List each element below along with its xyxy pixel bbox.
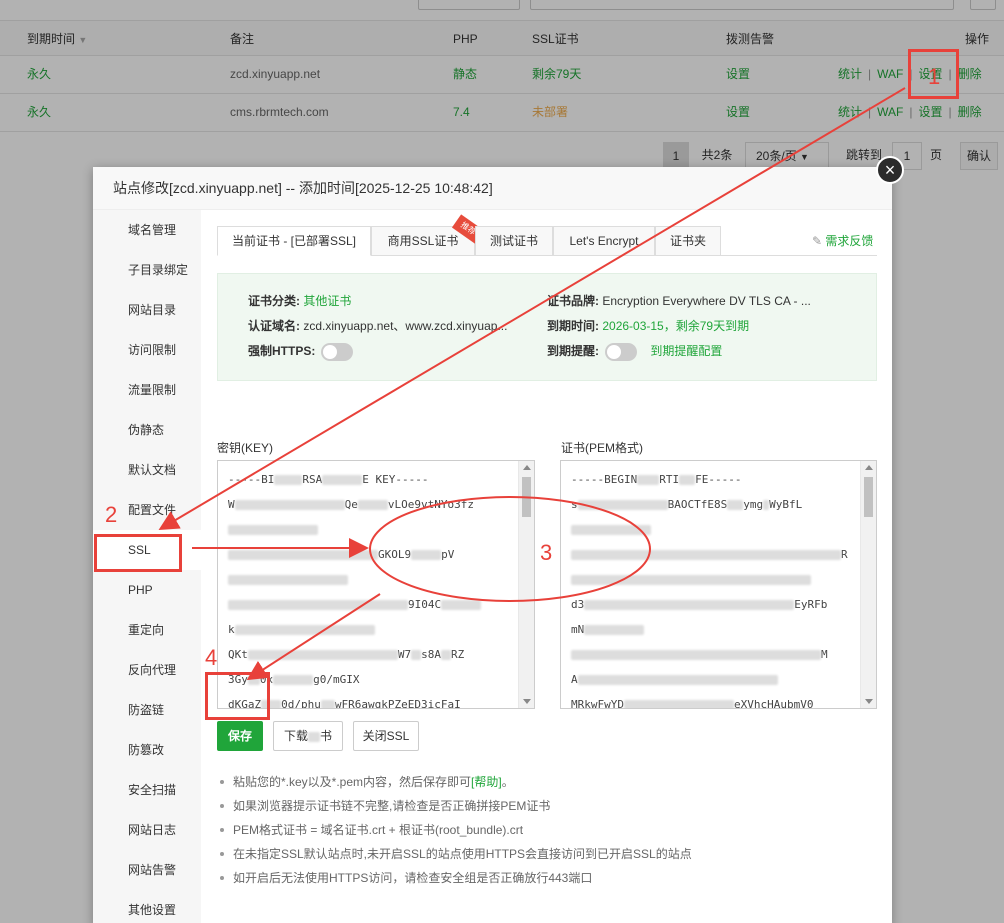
modal-sidebar: 域名管理 子目录绑定 网站目录 访问限制 流量限制 伪静态 默认文档 配置文件 … (93, 210, 201, 923)
tab-commercial-ssl[interactable]: 商用SSL证书 推荐 (371, 214, 485, 256)
sidebar-item-default-doc[interactable]: 默认文档 (93, 450, 201, 490)
key-content: -----BI RSA E KEY----- W Qe vLOe9vtNYo3fz GK… (228, 467, 516, 708)
force-https: 强制HTTPS: (248, 342, 354, 361)
cert-expire: 到期时间: 2026-03-15，剩余79天到期 (547, 319, 750, 333)
sidebar-item-php[interactable]: PHP (93, 570, 201, 610)
sidebar-item-tamper[interactable]: 防篡改 (93, 730, 201, 770)
save-button[interactable]: 保存 (217, 721, 263, 751)
key-label: 密钥(KEY) (217, 441, 274, 455)
sidebar-item-logs[interactable]: 网站日志 (93, 810, 201, 850)
edit-icon: ✎ (812, 234, 823, 248)
site-edit-modal: 站点修改[zcd.xinyuapp.net] -- 添加时间[2025-12-2… (93, 156, 904, 923)
cert-label: 证书(PEM格式) (561, 441, 643, 455)
close-ssl-button[interactable]: 关闭SSL (353, 721, 419, 751)
sidebar-item-other[interactable]: 其他设置 (93, 890, 201, 923)
cert-content: -----BEGIN RTI FE----- s BAOCTfE8S ymg WyBfL … (571, 473, 848, 709)
key-textarea[interactable]: -----BI RSA E KEY----- W Qe vLOe9vtNYo3fz GK… (217, 460, 535, 709)
sidebar-item-rewrite[interactable]: 伪静态 (93, 410, 201, 450)
sidebar-item-alarm[interactable]: 网站告警 (93, 850, 201, 890)
tab-lets-encrypt[interactable]: Let's Encrypt (553, 226, 655, 256)
sidebar-item-redirect[interactable]: 重定向 (93, 610, 201, 650)
sidebar-item-proxy[interactable]: 反向代理 (93, 650, 201, 690)
sidebar-item-sitedir[interactable]: 网站目录 (93, 290, 201, 330)
ssl-panel: 当前证书 - [已部署SSL] 商用SSL证书 推荐 测试证书 Let's En… (201, 210, 892, 923)
cert-domain: 认证域名: zcd.xinyuapp.net、www.zcd.xinyuap..… (248, 319, 508, 333)
help-link[interactable]: [帮助] (471, 775, 502, 789)
download-cert-button[interactable]: 下载书 (273, 721, 343, 751)
cert-brand: 证书品牌: Encryption Everywhere DV TLS CA - … (547, 294, 811, 308)
sidebar-item-hotlink[interactable]: 防盗链 (93, 690, 201, 730)
expire-remind: 到期提醒: 到期提醒配置 (547, 342, 722, 361)
sidebar-item-subdir[interactable]: 子目录绑定 (93, 250, 201, 290)
sidebar-item-domain[interactable]: 域名管理 (93, 210, 201, 250)
tab-test-cert[interactable]: 测试证书 (475, 226, 553, 256)
cert-info-box: 证书分类: 其他证书 证书品牌: Encryption Everywhere D… (217, 273, 877, 381)
ssl-tips: 粘贴您的*.key以及*.pem内容，然后保存即可[帮助]。 如果浏览器提示证书… (217, 770, 877, 890)
sidebar-item-config[interactable]: 配置文件 (93, 490, 201, 530)
sidebar-item-access[interactable]: 访问限制 (93, 330, 201, 370)
sidebar-item-scan[interactable]: 安全扫描 (93, 770, 201, 810)
tab-current-cert[interactable]: 当前证书 - [已部署SSL] (217, 226, 371, 256)
tip-item: PEM格式证书 = 域名证书.crt + 根证书(root_bundle).cr… (217, 818, 877, 842)
cert-scrollbar[interactable] (860, 461, 876, 708)
feedback-link[interactable]: ✎ 需求反馈 (812, 232, 873, 249)
key-scrollbar[interactable] (518, 461, 534, 708)
tip-item: 在未指定SSL默认站点时,未开启SSL的站点使用HTTPS会直接访问到已开启SS… (217, 842, 877, 866)
cert-textarea[interactable]: -----BEGIN RTI FE----- s BAOCTfE8S ymg WyBfL … (560, 460, 877, 709)
sidebar-item-traffic[interactable]: 流量限制 (93, 370, 201, 410)
expire-remind-toggle[interactable] (605, 342, 637, 361)
tip-item: 如开启后无法使用HTTPS访问，请检查安全组是否正确放行443端口 (217, 866, 877, 890)
close-icon[interactable]: × (876, 156, 904, 184)
force-https-toggle[interactable] (321, 342, 354, 361)
tip-item: 粘贴您的*.key以及*.pem内容，然后保存即可[帮助]。 (217, 770, 877, 794)
cert-type: 证书分类: 其他证书 (248, 294, 352, 308)
ssl-tabs: 当前证书 - [已部署SSL] 商用SSL证书 推荐 测试证书 Let's En… (217, 214, 877, 256)
tab-cert-folder[interactable]: 证书夹 (655, 226, 721, 256)
sidebar-item-ssl[interactable]: SSL (93, 530, 201, 570)
remind-config-link[interactable]: 到期提醒配置 (650, 344, 722, 358)
modal-title: 站点修改[zcd.xinyuapp.net] -- 添加时间[2025-12-2… (93, 167, 892, 210)
tip-item: 如果浏览器提示证书链不完整,请检查是否正确拼接PEM证书 (217, 794, 877, 818)
